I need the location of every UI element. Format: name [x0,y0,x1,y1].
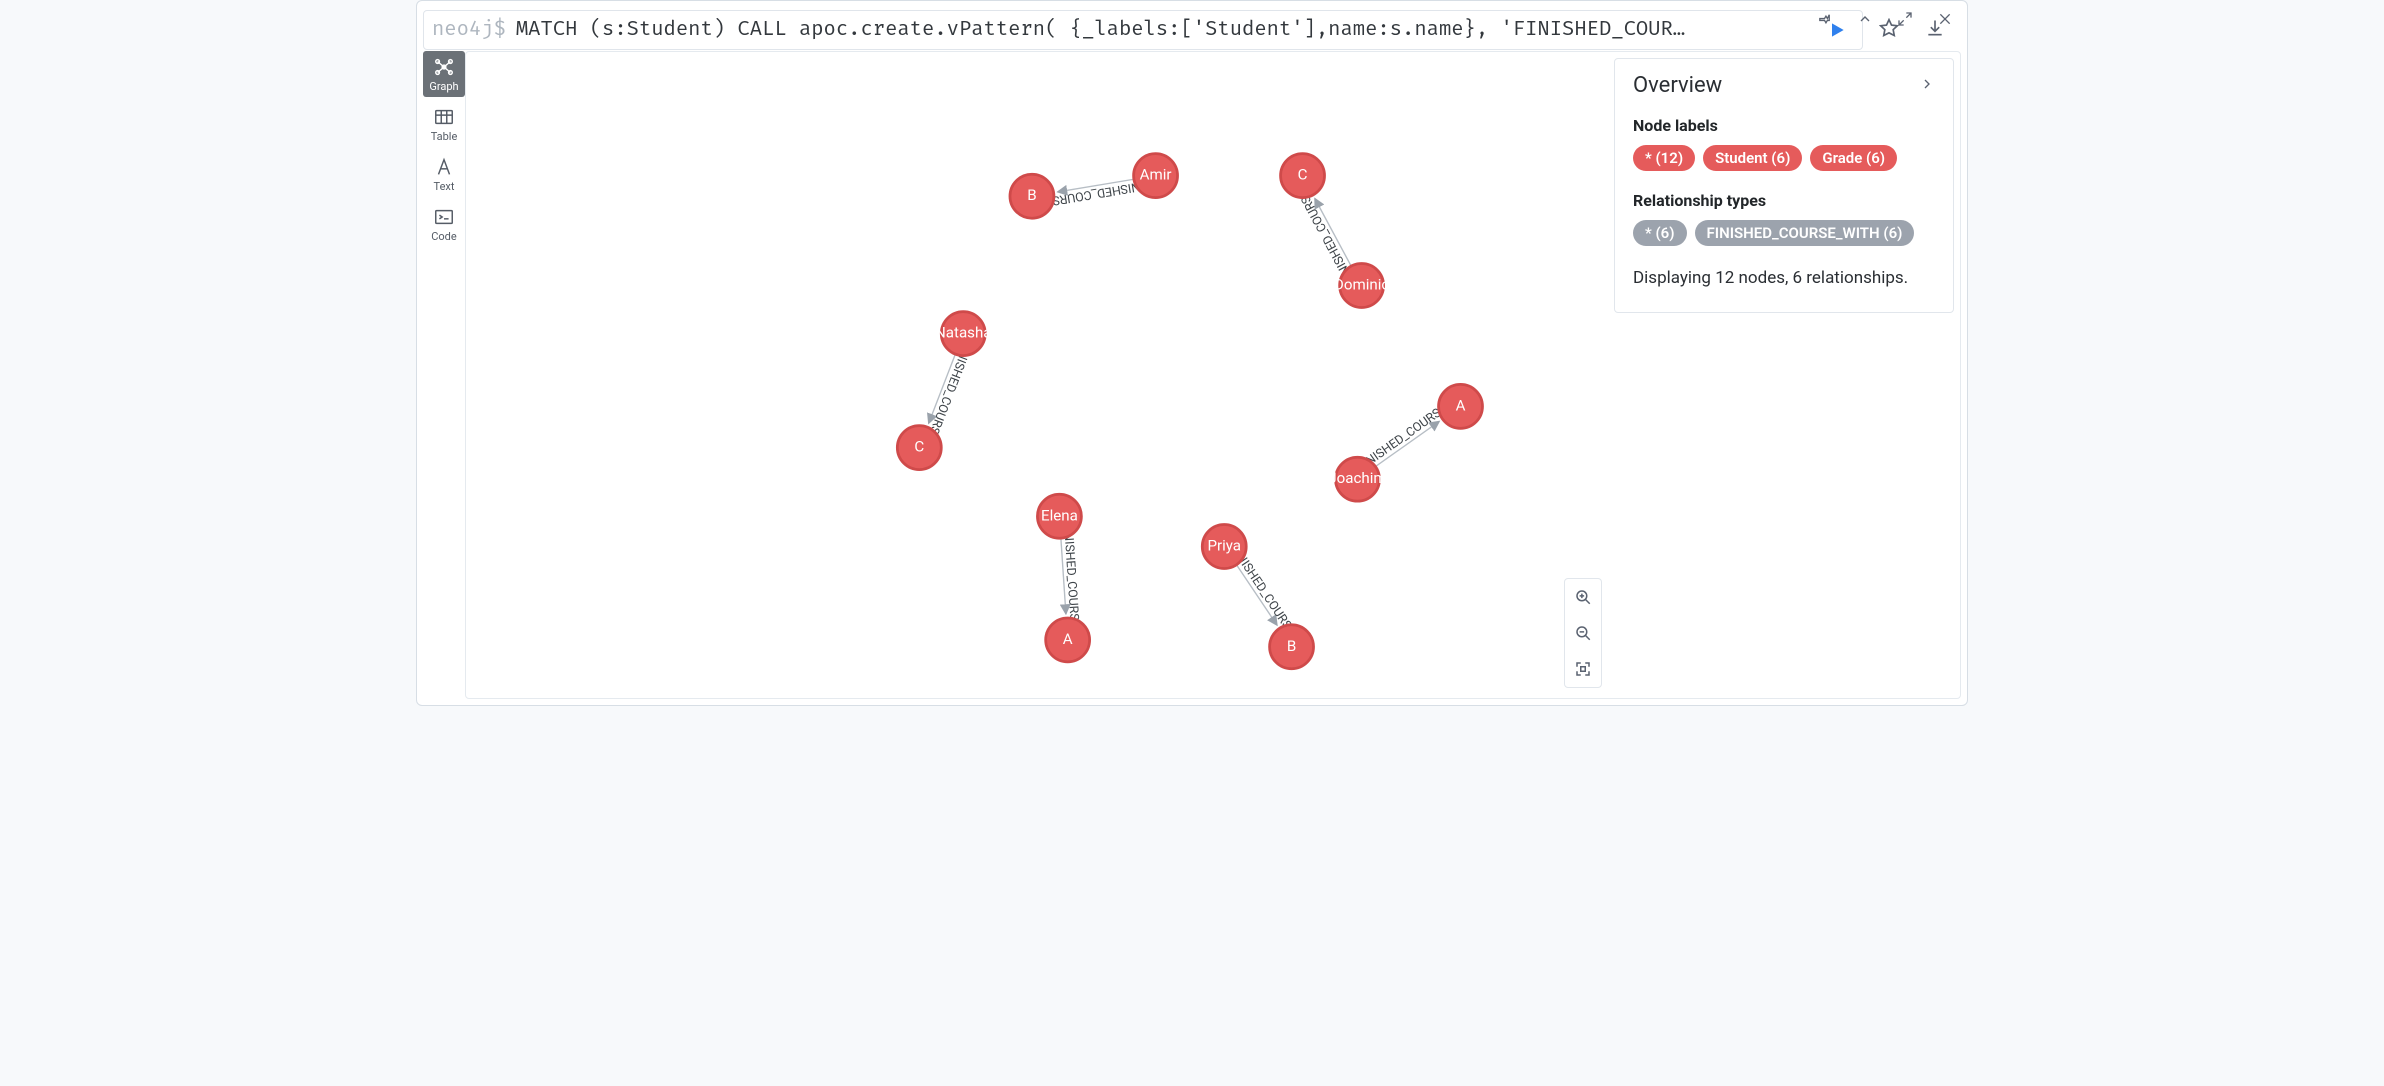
view-tabs: Graph Table Text Code [423,51,465,699]
chip[interactable]: Grade (6) [1810,145,1897,171]
overview-panel: Overview Node labels * (12) Student (6) Gr… [1614,58,1954,313]
graph-node[interactable]: C [1281,154,1325,198]
graph-node[interactable]: Elena [1037,495,1081,539]
graph-node[interactable]: B [1010,175,1054,219]
overview-title: Overview [1633,73,1722,98]
graph-node[interactable]: A [1046,618,1090,662]
node-label: Amir [1140,166,1172,184]
graph-node[interactable]: C [897,426,941,470]
zoom-in-button[interactable] [1565,579,1601,615]
query-input[interactable]: neo4j$ MATCH (s:Student) CALL apoc.creat… [423,10,1863,50]
chip[interactable]: FINISHED_COURSE_WITH (6) [1695,220,1915,246]
node-label: B [1027,187,1036,205]
node-label: Elena [1041,507,1078,525]
tab-text[interactable]: Text [423,151,465,197]
zoom-fit-button[interactable] [1565,651,1601,687]
chip[interactable]: * (6) [1633,220,1687,246]
graph-node[interactable]: Priya [1202,525,1246,569]
tab-label: Graph [429,80,458,93]
node-label: C [1298,166,1308,184]
node-label: A [1456,397,1466,415]
window-controls [1815,9,1955,29]
node-label: Joachim [1328,470,1386,488]
pin-icon[interactable] [1815,9,1835,29]
node-label: A [1063,630,1073,648]
chevron-right-icon[interactable] [1919,76,1935,96]
chip[interactable]: * (12) [1633,145,1695,171]
graph-canvas[interactable]: FINISHED_COURS…FINISHED_COURS…FINISHED_C… [465,51,1961,699]
tab-label: Code [431,230,456,243]
close-icon[interactable] [1935,9,1955,29]
tab-label: Table [431,130,458,143]
chip[interactable]: Student (6) [1703,145,1802,171]
tab-code[interactable]: Code [423,201,465,247]
node-label: C [914,438,924,456]
zoom-out-button[interactable] [1565,615,1601,651]
node-label: B [1287,637,1296,655]
query-bar: neo4j$ MATCH (s:Student) CALL apoc.creat… [417,1,1967,51]
query-text: MATCH (s:Student) CALL apoc.create.vPatt… [516,18,1814,42]
node-label: Priya [1207,537,1241,555]
node-labels-heading: Node labels [1633,116,1935,135]
tab-graph[interactable]: Graph [423,51,465,97]
query-prompt: neo4j$ [432,18,506,42]
rel-type-chips: * (6) FINISHED_COURSE_WITH (6) [1633,220,1935,246]
node-label: Dominic [1334,276,1389,294]
tab-table[interactable]: Table [423,101,465,147]
node-label-chips: * (12) Student (6) Grade (6) [1633,145,1935,171]
expand-icon[interactable] [1895,9,1915,29]
rel-types-heading: Relationship types [1633,191,1935,210]
node-label: Natasha [935,324,992,342]
zoom-controls [1564,578,1602,688]
result-frame: neo4j$ MATCH (s:Student) CALL apoc.creat… [416,0,1968,706]
result-body: Graph Table Text Code [417,51,1967,705]
tab-label: Text [434,180,455,193]
overview-status: Displaying 12 nodes, 6 relationships. [1633,266,1935,292]
graph-node[interactable]: Natasha [935,312,992,356]
collapse-icon[interactable] [1855,9,1875,29]
graph-node[interactable]: A [1439,385,1483,429]
graph-node[interactable]: B [1270,625,1314,669]
graph-node[interactable]: Amir [1134,154,1178,198]
